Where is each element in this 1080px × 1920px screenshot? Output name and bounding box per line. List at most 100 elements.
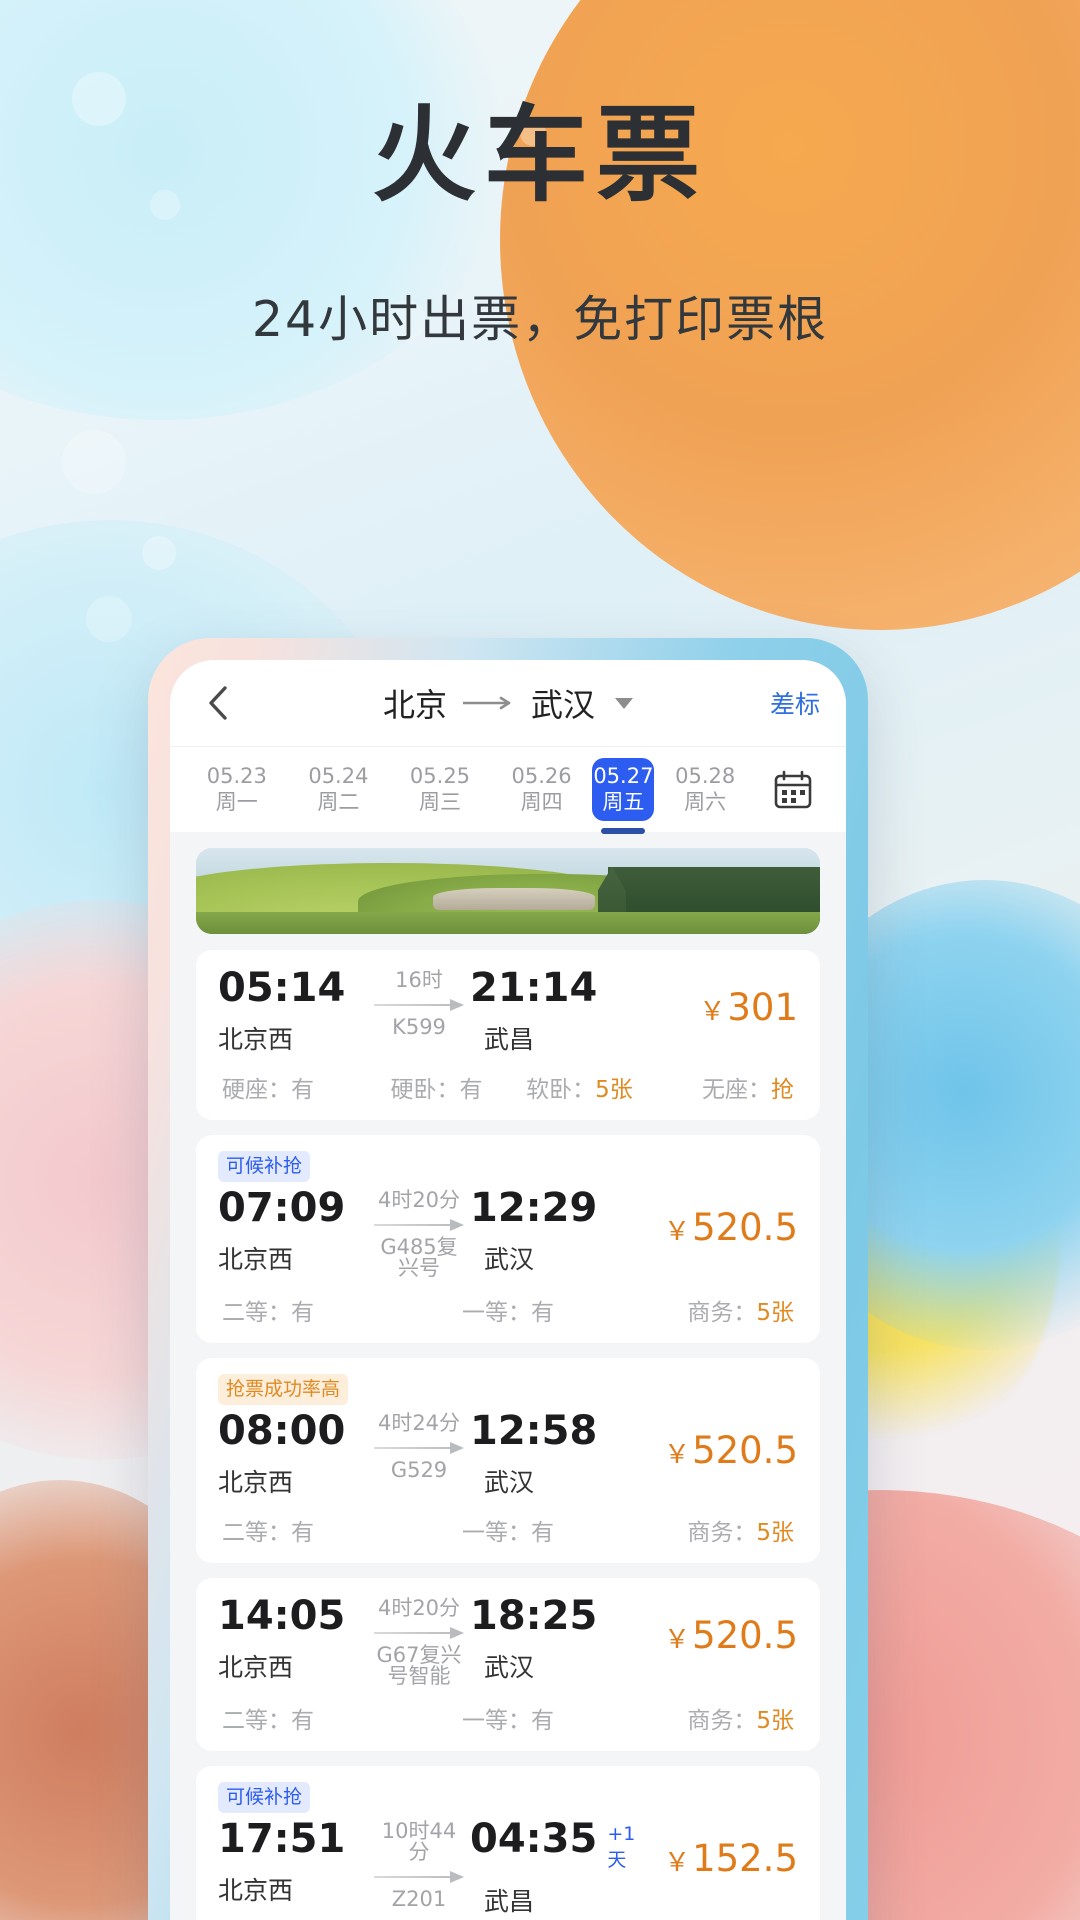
date-item-5[interactable]: 05.28 周六 (654, 764, 756, 815)
seat-label: 无座： (702, 1077, 771, 1103)
travel-standard-button[interactable]: 差标 (770, 685, 820, 721)
seat-info: 商务：5张 (603, 1513, 798, 1547)
app-navbar: 北京 武汉 差标 (170, 660, 846, 746)
train-card[interactable]: 05:14 北京西 16时 K599 21:14 武昌 ￥301 硬座：有 硬卧… (196, 950, 820, 1120)
seat-info: 硬卧：有 (365, 1070, 508, 1104)
arrival-station: 武昌 (484, 1887, 535, 1916)
price-column: ￥520.5 (648, 1186, 798, 1249)
date-label: 05.28 (675, 763, 736, 788)
seat-label: 一等： (462, 1300, 531, 1326)
route-title[interactable]: 北京 武汉 (170, 680, 846, 726)
date-item-0[interactable]: 05.23 周一 (186, 764, 288, 815)
weekday-label: 周一 (215, 789, 258, 814)
date-label: 05.27 (593, 763, 654, 788)
price-value: 152.5 (692, 1837, 798, 1880)
currency-symbol: ￥ (699, 997, 726, 1027)
duration-label: 10时44分 (381, 1819, 457, 1864)
date-item-4-selected[interactable]: 05.27 周五 (592, 757, 655, 835)
ticket-price: ￥152.5 (648, 1837, 798, 1880)
duration-column: 10时44分 Z201 (368, 1817, 470, 1910)
seat-label: 二等： (222, 1708, 291, 1734)
seat-availability-row: 二等：有 一等：有 商务：5张 (218, 1293, 798, 1327)
price-value: 520.5 (692, 1429, 798, 1472)
weekday-label: 周二 (317, 789, 360, 814)
train-card[interactable]: 抢票成功率高 08:00 北京西 4时24分 G529 12:58 武汉 ￥52… (196, 1358, 820, 1563)
departure-time: 07:09 (218, 1185, 346, 1231)
seat-value: 有 (531, 1520, 554, 1546)
seat-label: 硬座： (222, 1077, 291, 1103)
seat-value: 抢 (771, 1077, 794, 1103)
seat-info: 商务：5张 (603, 1293, 798, 1327)
seat-availability-row: 硬座：有 硬卧：有 软卧：5张 无座：抢 (218, 1070, 798, 1104)
seat-info: 二等：有 (218, 1293, 413, 1327)
bubble-decoration (142, 536, 176, 570)
seat-info: 一等：有 (413, 1293, 604, 1327)
arrival-column: 18:25 武汉 (470, 1594, 648, 1684)
seat-info: 硬座：有 (218, 1070, 365, 1104)
status-badge: 可候补抢 (218, 1151, 311, 1182)
price-value: 520.5 (692, 1614, 798, 1657)
arrival-column: 12:58 武汉 (470, 1409, 648, 1499)
arrival-time: 12:58 (470, 1408, 598, 1454)
price-column: ￥152.5 (648, 1817, 798, 1880)
weekday-label: 周六 (684, 789, 727, 814)
train-card[interactable]: 可候补抢 17:51 北京西 10时44分 Z201 04:35 +1天 武昌 … (196, 1766, 820, 1920)
train-main-row: 17:51 北京西 10时44分 Z201 04:35 +1天 武昌 ￥152.… (218, 1817, 798, 1918)
departure-column: 07:09 北京西 (218, 1186, 368, 1276)
train-number: Z201 (391, 1887, 447, 1911)
price-column: ￥520.5 (648, 1594, 798, 1657)
bubble-decoration (86, 596, 132, 642)
seat-label: 商务： (687, 1520, 757, 1546)
ticket-price: ￥520.5 (648, 1206, 798, 1249)
banner-rocks (433, 887, 596, 910)
seat-value: 有 (531, 1708, 554, 1734)
back-button[interactable] (196, 681, 240, 725)
train-main-row: 07:09 北京西 4时20分 G485复兴号 12:29 武汉 ￥520.5 (218, 1186, 798, 1279)
ticket-price: ￥520.5 (648, 1429, 798, 1472)
duration-column: 4时20分 G485复兴号 (368, 1186, 470, 1279)
price-value: 301 (727, 986, 798, 1029)
seat-value: 5张 (756, 1708, 795, 1734)
arrival-column: 12:29 武汉 (470, 1186, 648, 1276)
departure-station: 北京西 (218, 1245, 294, 1274)
currency-symbol: ￥ (664, 1848, 691, 1878)
next-day-badge: +1天 (607, 1823, 636, 1871)
seat-info: 一等：有 (413, 1513, 604, 1547)
train-main-row: 08:00 北京西 4时24分 G529 12:58 武汉 ￥520.5 (218, 1409, 798, 1499)
arrow-right-icon (374, 1441, 464, 1455)
arrival-time: 18:25 (470, 1593, 598, 1639)
seat-value: 有 (291, 1708, 314, 1734)
train-card[interactable]: 可候补抢 07:09 北京西 4时20分 G485复兴号 12:29 武汉 ￥5… (196, 1135, 820, 1343)
status-badge: 可候补抢 (218, 1782, 311, 1813)
departure-column: 14:05 北京西 (218, 1594, 368, 1684)
arrival-time: 21:14 (470, 965, 598, 1011)
seat-info: 一等：有 (413, 1701, 604, 1735)
seat-label: 一等： (462, 1520, 531, 1546)
arrival-station: 武昌 (484, 1025, 535, 1054)
seat-info: 二等：有 (218, 1513, 413, 1547)
arrow-right-icon (374, 1218, 464, 1232)
train-card[interactable]: 14:05 北京西 4时20分 G67复兴号智能 18:25 武汉 ￥520.5… (196, 1578, 820, 1751)
scenery-banner[interactable] (196, 848, 820, 934)
arrow-right-icon (463, 695, 515, 711)
departure-station: 北京西 (218, 1468, 294, 1497)
selected-date-underline (601, 828, 646, 835)
arrival-station: 武汉 (484, 1468, 535, 1497)
seat-value: 5张 (595, 1077, 633, 1103)
train-main-row: 14:05 北京西 4时20分 G67复兴号智能 18:25 武汉 ￥520.5 (218, 1594, 798, 1687)
seat-value: 有 (291, 1520, 314, 1546)
seat-label: 二等： (222, 1520, 291, 1546)
seat-label: 商务： (687, 1708, 757, 1734)
departure-column: 17:51 北京西 (218, 1817, 368, 1907)
page-title: 火车票 (371, 94, 708, 216)
to-city-label: 武汉 (531, 686, 596, 724)
seat-label: 软卧： (526, 1077, 596, 1103)
date-item-2[interactable]: 05.25 周三 (389, 764, 491, 815)
date-item-3[interactable]: 05.26 周四 (491, 764, 593, 815)
date-item-1[interactable]: 05.24 周二 (288, 764, 390, 815)
train-number: K599 (392, 1015, 446, 1039)
duration-column: 4时24分 G529 (368, 1409, 470, 1481)
weekday-label: 周三 (418, 789, 461, 814)
departure-station: 北京西 (218, 1653, 294, 1682)
calendar-button[interactable] (756, 768, 830, 812)
